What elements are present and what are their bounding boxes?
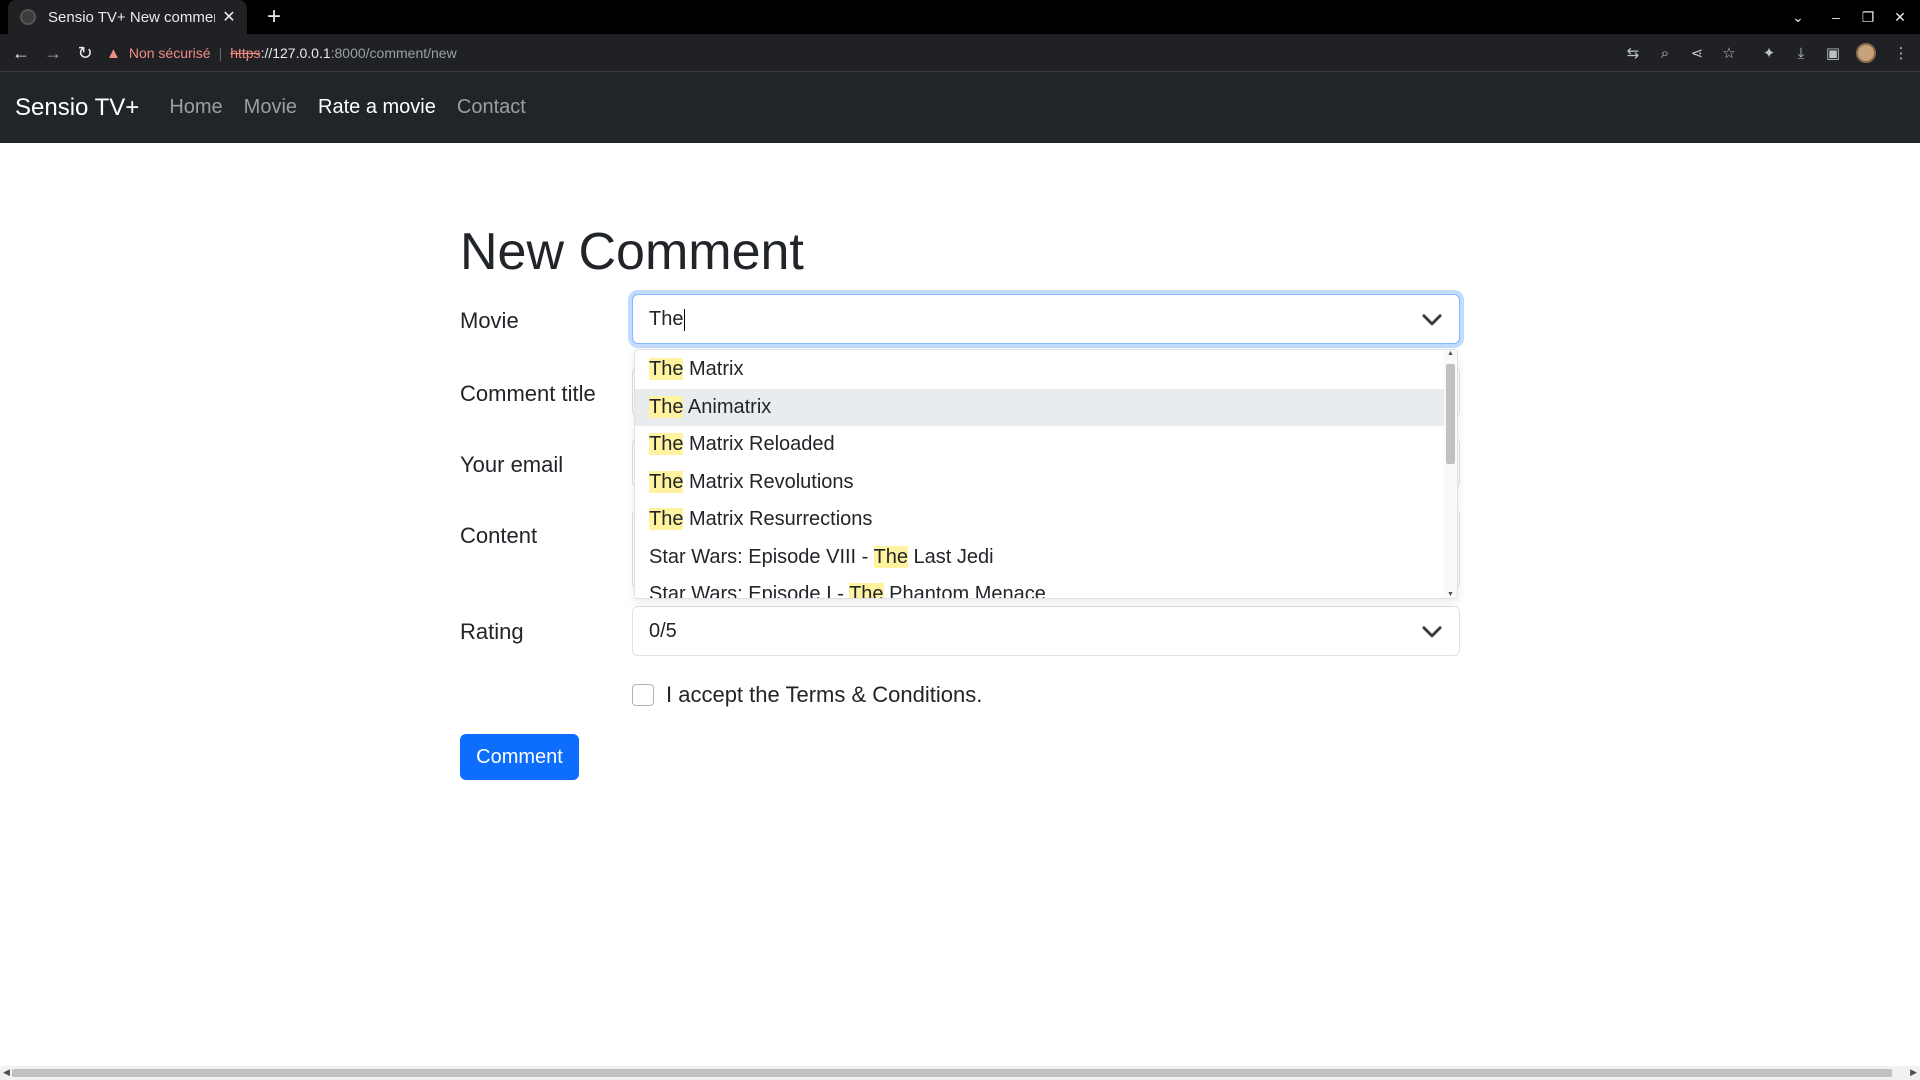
forward-arrow-icon[interactable]: → [38,34,68,72]
nav-contact[interactable]: Contact [457,96,526,119]
puzzle-icon[interactable]: ✦ [1754,34,1784,72]
dropdown-option[interactable]: The Matrix Reloaded [635,426,1445,463]
side-panel-icon[interactable]: ▣ [1818,34,1848,72]
minimize-icon[interactable]: – [1820,0,1852,34]
option-suffix: Matrix Resurrections [683,508,873,530]
kebab-menu-icon[interactable]: ⋮ [1886,34,1916,72]
dropdown-option[interactable]: The Matrix Resurrections [635,501,1445,538]
option-suffix: Phantom Menace [883,583,1046,599]
comment-submit-button[interactable]: Comment [460,734,579,780]
dropdown-option[interactable]: The Matrix Revolutions [635,464,1445,501]
url-scheme: https [230,45,261,61]
star-icon[interactable]: ☆ [1714,34,1744,72]
address-bar[interactable]: ▲ Non sécurisé | https://127.0.0.1:8000/… [106,37,1506,69]
tab-title: Sensio TV+ New comment [48,8,215,26]
window-close-icon[interactable]: ✕ [1884,0,1916,34]
option-suffix: Matrix [683,358,744,380]
scroll-right-icon[interactable]: ▶ [1910,1067,1917,1078]
dropdown-scrollbar[interactable]: ▲ ▼ [1444,350,1457,598]
dropdown-option[interactable]: The Matrix [635,351,1445,388]
movie-autocomplete-input[interactable]: The [632,294,1460,344]
translate-icon[interactable]: ⇆ [1618,34,1648,72]
reload-icon[interactable]: ↻ [70,34,100,72]
avatar[interactable] [1856,43,1876,63]
option-match-highlight: The [649,508,684,530]
option-match-highlight: The [649,470,684,493]
page-scrollbar-thumb[interactable] [12,1069,1892,1077]
rating-select[interactable]: 0/5 [632,606,1460,656]
terms-label[interactable]: I accept the Terms & Conditions. [666,682,982,708]
zoom-icon[interactable]: ⌕ [1650,34,1680,72]
option-suffix: Animatrix [683,395,772,418]
comment-title-label: Comment title [460,381,596,406]
close-icon[interactable]: ✕ [221,7,237,27]
option-prefix: Star Wars: Episode VIII - [649,545,874,568]
chevron-down-icon[interactable] [1419,306,1445,332]
url-path: :8000/comment/new [330,45,457,61]
option-match-highlight: The [649,358,684,380]
movie-input-text: The [649,308,684,330]
page-horizontal-scrollbar[interactable]: ◀ ▶ [0,1066,1920,1080]
security-label[interactable]: Non sécurisé [129,45,211,61]
scroll-down-icon[interactable]: ▼ [1446,591,1455,598]
nav-rate-a-movie[interactable]: Rate a movie [318,96,436,119]
plus-icon[interactable]: + [260,3,288,31]
url-host: ://127.0.0.1 [260,45,331,61]
browser-toolbar: ← → ↻ ▲ Non sécurisé | https://127.0.0.1… [0,34,1920,72]
email-label: Your email [460,452,564,477]
nav-home[interactable]: Home [169,96,222,119]
page-title: New Comment [460,223,804,281]
omnibox-separator: | [218,45,223,61]
scroll-up-icon[interactable]: ▲ [1446,350,1455,357]
brand-logo[interactable]: Sensio TV+ [15,94,139,122]
globe-icon [20,9,36,25]
tab-search-icon[interactable]: ⌄ [1782,0,1814,34]
dropdown-option[interactable]: Star Wars: Episode I - The Phantom Menac… [635,576,1445,599]
text-caret [684,308,686,331]
dropdown-scrollbar-thumb[interactable] [1446,364,1455,464]
dropdown-option[interactable]: Star Wars: Episode VIII - The Last Jedi [635,539,1445,576]
back-arrow-icon[interactable]: ← [6,34,36,72]
site-navbar: Sensio TV+ Home Movie Rate a movie Conta… [0,72,1920,143]
movie-label: Movie [460,308,519,333]
scroll-left-icon[interactable]: ◀ [3,1067,10,1078]
browser-tabbar: Sensio TV+ New comment ✕ + ⌄ – ❐ ✕ [0,0,1920,34]
restore-icon[interactable]: ❐ [1852,0,1884,34]
option-match-highlight: The [649,395,684,418]
download-icon[interactable]: ⤓ [1786,34,1816,72]
nav-movie[interactable]: Movie [244,96,297,119]
option-suffix: Matrix Revolutions [683,470,854,493]
option-match-highlight: The [873,545,908,568]
rating-label: Rating [460,619,524,644]
option-match-highlight: The [649,433,684,455]
browser-tab[interactable]: Sensio TV+ New comment ✕ [8,0,247,34]
option-prefix: Star Wars: Episode I - [649,583,850,599]
option-suffix: Matrix Reloaded [683,433,835,455]
chevron-down-icon [1422,626,1442,638]
option-suffix: Last Jedi [908,545,994,568]
dropdown-option[interactable]: The Animatrix [635,388,1445,426]
movie-suggestions-dropdown: Star Wars: Episode I - The Phantom Menac… [634,349,1458,599]
content-label: Content [460,523,538,548]
rating-value: 0/5 [649,620,677,642]
option-match-highlight: The [849,583,884,598]
movie-input-value: The [649,308,686,331]
share-icon[interactable]: ⋖ [1682,34,1712,72]
terms-checkbox[interactable] [632,684,654,706]
warning-icon: ▲ [106,44,121,62]
